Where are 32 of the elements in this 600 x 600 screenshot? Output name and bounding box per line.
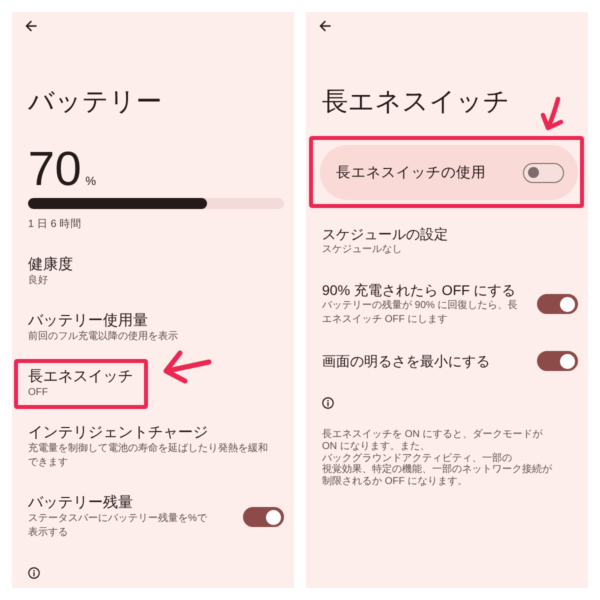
setting-title[interactable]: 健康度 [28, 256, 73, 274]
setting-title[interactable]: バッテリー使用量 [28, 312, 148, 330]
arrow-icon [162, 349, 212, 385]
back-icon[interactable] [25, 20, 37, 32]
setting-summary: ステータスバーにバッテリー残量を%で表示する [28, 512, 208, 540]
toggle-switch[interactable] [523, 162, 564, 182]
time-remaining: 1 日 6 時間 [28, 217, 82, 231]
back-icon[interactable] [319, 20, 331, 32]
setting-title[interactable]: 長エネスイッチ [28, 368, 133, 386]
switch-label[interactable]: 長エネスイッチの使用 [336, 164, 486, 182]
screen-title: 長エネスイッチ [322, 85, 510, 117]
info-icon [322, 397, 334, 409]
setting-summary: バッテリーの残量が 90% に回復したら、長エネスイッチ OFF にします [322, 299, 519, 327]
setting-title[interactable]: スケジュールの設定 [322, 225, 448, 243]
percent-unit: % [85, 174, 96, 188]
setting-summary: OFF [28, 386, 48, 400]
setting-title[interactable]: 画面の明るさを最小にする [322, 352, 490, 370]
setting-title[interactable]: 90% 充電されたら OFF にする [322, 281, 516, 299]
setting-summary: スケジュールなし [322, 243, 402, 257]
setting-title[interactable]: バッテリー残量 [28, 494, 133, 512]
info-icon [28, 567, 40, 579]
footer-text: 長エネスイッチを ON にすると、ダークモードが ON になります。また、バックグラウンドアクティビティ、一部の視覚効果、特定の機能、一部のネットワーク接続が制限されるか OFF になります。 [322, 429, 553, 488]
setting-summary: 充電量を制御して電池の寿命を延ばしたり発熱を緩和できます [28, 442, 269, 470]
toggle-switch[interactable] [243, 507, 284, 527]
setting-title[interactable]: インテリジェントチャージ [28, 424, 208, 442]
toggle-switch[interactable] [537, 351, 578, 371]
arrow-icon [539, 96, 565, 132]
screen-title: バッテリー [28, 85, 162, 117]
toggle-switch[interactable] [537, 294, 578, 314]
battery-percentage: 70 [28, 146, 82, 194]
setting-summary: 前回のフル充電以降の使用を表示 [28, 330, 178, 344]
setting-summary: 良好 [28, 274, 48, 288]
